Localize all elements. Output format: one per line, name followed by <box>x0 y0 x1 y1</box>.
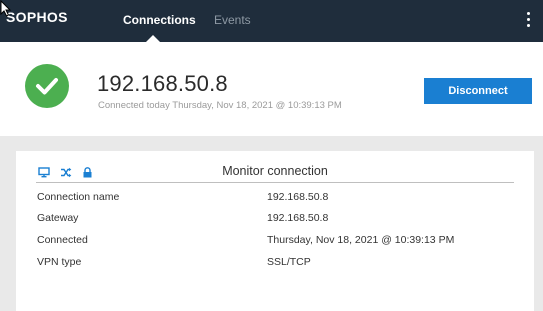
more-options-icon[interactable] <box>524 12 532 30</box>
connection-status-panel: 192.168.50.8 Connected today Thursday, N… <box>0 42 543 136</box>
mouse-cursor-icon <box>0 0 12 17</box>
active-tab-indicator <box>146 35 160 42</box>
sophos-logo: SOPHOS <box>6 9 68 25</box>
connected-label: Connected <box>37 234 88 246</box>
connected-value: Thursday, Nov 18, 2021 @ 10:39:13 PM <box>267 234 455 246</box>
disconnect-button[interactable]: Disconnect <box>424 78 532 104</box>
tab-events[interactable]: Events <box>214 13 251 27</box>
connected-check-icon <box>25 64 69 108</box>
connected-since-text: Connected today Thursday, Nov 18, 2021 @… <box>98 100 342 111</box>
gateway-value: 192.168.50.8 <box>267 212 329 224</box>
vpn-type-value: SSL/TCP <box>267 256 311 268</box>
card-divider <box>36 182 514 183</box>
connection-name-label: Connection name <box>37 191 120 203</box>
connection-name-value: 192.168.50.8 <box>267 191 329 203</box>
gateway-label: Gateway <box>37 212 79 224</box>
connection-ip-title: 192.168.50.8 <box>97 71 228 96</box>
vpn-type-label: VPN type <box>37 256 82 268</box>
monitor-connection-card: Monitor connection Connection name 192.1… <box>16 151 534 311</box>
top-navigation-bar: SOPHOS Connections Events <box>0 0 543 42</box>
monitor-connection-title: Monitor connection <box>222 164 328 178</box>
tab-connections[interactable]: Connections <box>123 13 196 27</box>
